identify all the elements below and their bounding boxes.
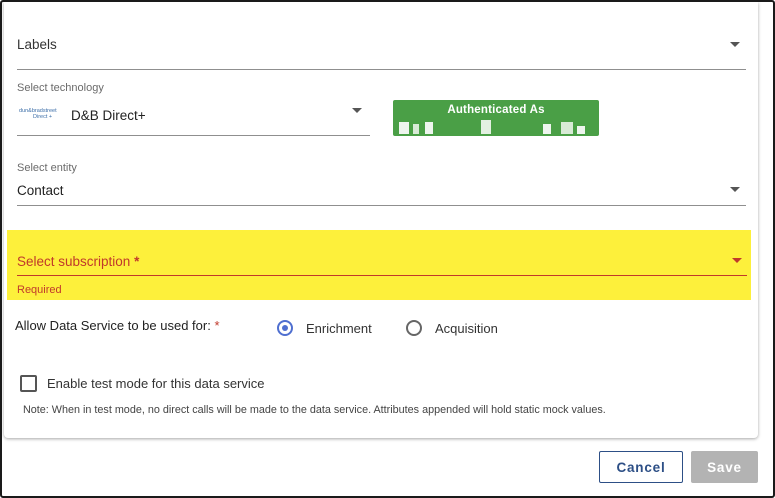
enrichment-radio[interactable] (277, 320, 293, 336)
subscription-underline (17, 275, 747, 276)
redacted-pixel (577, 126, 585, 134)
test-mode-checkbox[interactable] (20, 375, 37, 392)
dialog-frame: Labels Select technology dun&bradstreet … (0, 0, 775, 498)
labels-underline (17, 69, 746, 70)
subscription-label: Select subscription * (17, 254, 139, 269)
required-marker: * (134, 254, 140, 269)
redacted-pixel (481, 120, 491, 134)
redacted-pixel (543, 124, 551, 134)
acquisition-radio[interactable] (406, 320, 422, 336)
save-button[interactable]: Save (691, 451, 758, 483)
dnb-logo: dun&bradstreet Direct + (19, 108, 69, 124)
chevron-down-icon[interactable] (732, 258, 742, 263)
usage-label: Allow Data Service to be used for: * (15, 318, 220, 333)
subscription-error: Required (17, 284, 62, 296)
dnb-logo-line2: Direct + (33, 114, 53, 120)
enrichment-label[interactable]: Enrichment (306, 321, 372, 336)
acquisition-label[interactable]: Acquisition (435, 321, 498, 336)
labels-select-label: Labels (17, 37, 57, 52)
labels-select[interactable]: Labels (17, 28, 746, 70)
data-service-form-card: Labels Select technology dun&bradstreet … (4, 2, 758, 438)
redacted-pixel (399, 122, 409, 134)
authenticated-badge: Authenticated As (393, 100, 599, 136)
test-mode-label[interactable]: Enable test mode for this data service (47, 376, 265, 391)
entity-select[interactable]: Select entity Contact (17, 162, 746, 206)
technology-value: D&B Direct+ (71, 108, 146, 123)
required-marker: * (214, 318, 220, 333)
redacted-pixel (561, 122, 573, 134)
technology-underline (17, 135, 370, 136)
redacted-pixel (413, 124, 419, 134)
entity-label: Select entity (17, 162, 77, 174)
authenticated-title: Authenticated As (447, 104, 545, 116)
technology-select[interactable]: Select technology dun&bradstreet Direct … (17, 82, 370, 136)
redacted-pixel (425, 122, 433, 134)
chevron-down-icon[interactable] (352, 108, 362, 113)
usage-label-text: Allow Data Service to be used for: (15, 318, 211, 333)
chevron-down-icon[interactable] (730, 42, 740, 47)
subscription-highlight: Select subscription * Required (7, 230, 751, 300)
test-mode-note: Note: When in test mode, no direct calls… (23, 404, 606, 416)
subscription-label-text: Select subscription (17, 254, 131, 269)
chevron-down-icon[interactable] (730, 187, 740, 192)
cancel-button[interactable]: Cancel (599, 451, 683, 483)
technology-label: Select technology (17, 82, 104, 94)
entity-value: Contact (17, 183, 64, 198)
subscription-select[interactable]: Select subscription * (17, 244, 747, 276)
entity-underline (17, 205, 746, 206)
